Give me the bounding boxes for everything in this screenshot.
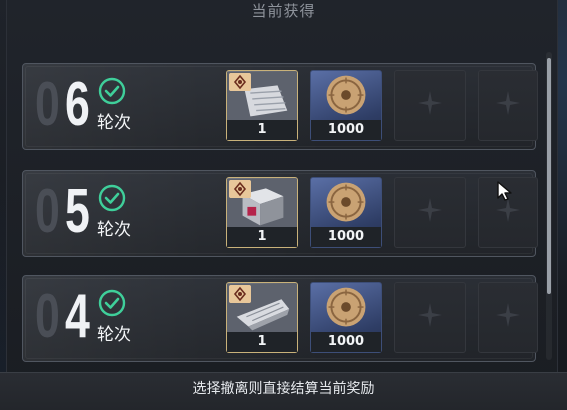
item-count: 1 (227, 120, 297, 140)
footer-hint-text: 选择撤离则直接结算当前奖励 (192, 381, 375, 397)
empty-reward-slot[interactable] (394, 70, 466, 141)
empty-reward-slot[interactable] (478, 70, 538, 141)
coin-count: 1000 (311, 120, 381, 140)
four-point-star-icon (496, 302, 520, 327)
footer-hint-bar: 选择撤离则直接结算当前奖励 (0, 372, 567, 410)
coin-count: 1000 (311, 227, 381, 247)
rarity-badge-icon (229, 285, 251, 303)
reward-coin-slot[interactable]: 1000 (310, 70, 382, 141)
rounds-list: 0 6 轮次 1 1000 0 5 轮次 1 1000 0 4 轮次 1 100… (0, 0, 567, 409)
reward-coin-slot[interactable]: 1000 (310, 177, 382, 248)
coin-count: 1000 (311, 332, 381, 352)
reward-item-slot[interactable]: 1 (226, 70, 298, 141)
item-count: 1 (227, 332, 297, 352)
reward-item-slot[interactable]: 1 (226, 177, 298, 248)
rarity-badge-icon (229, 180, 251, 198)
empty-reward-slot[interactable] (394, 282, 466, 353)
item-count: 1 (227, 227, 297, 247)
empty-reward-slot[interactable] (394, 177, 466, 248)
coin-icon (326, 287, 366, 327)
four-point-star-icon (418, 90, 442, 115)
four-point-star-icon (496, 90, 520, 115)
coin-icon (326, 75, 366, 115)
mouse-cursor-icon (497, 181, 512, 201)
rarity-badge-icon (229, 73, 251, 91)
coin-icon (326, 182, 366, 222)
empty-reward-slot[interactable] (478, 282, 538, 353)
round-row: 0 5 轮次 1 1000 (22, 170, 538, 257)
round-row: 0 6 轮次 1 1000 (22, 63, 538, 150)
reward-item-slot[interactable]: 1 (226, 282, 298, 353)
reward-coin-slot[interactable]: 1000 (310, 282, 382, 353)
round-row: 0 4 轮次 1 1000 (22, 275, 538, 362)
four-point-star-icon (418, 302, 442, 327)
four-point-star-icon (418, 197, 442, 222)
